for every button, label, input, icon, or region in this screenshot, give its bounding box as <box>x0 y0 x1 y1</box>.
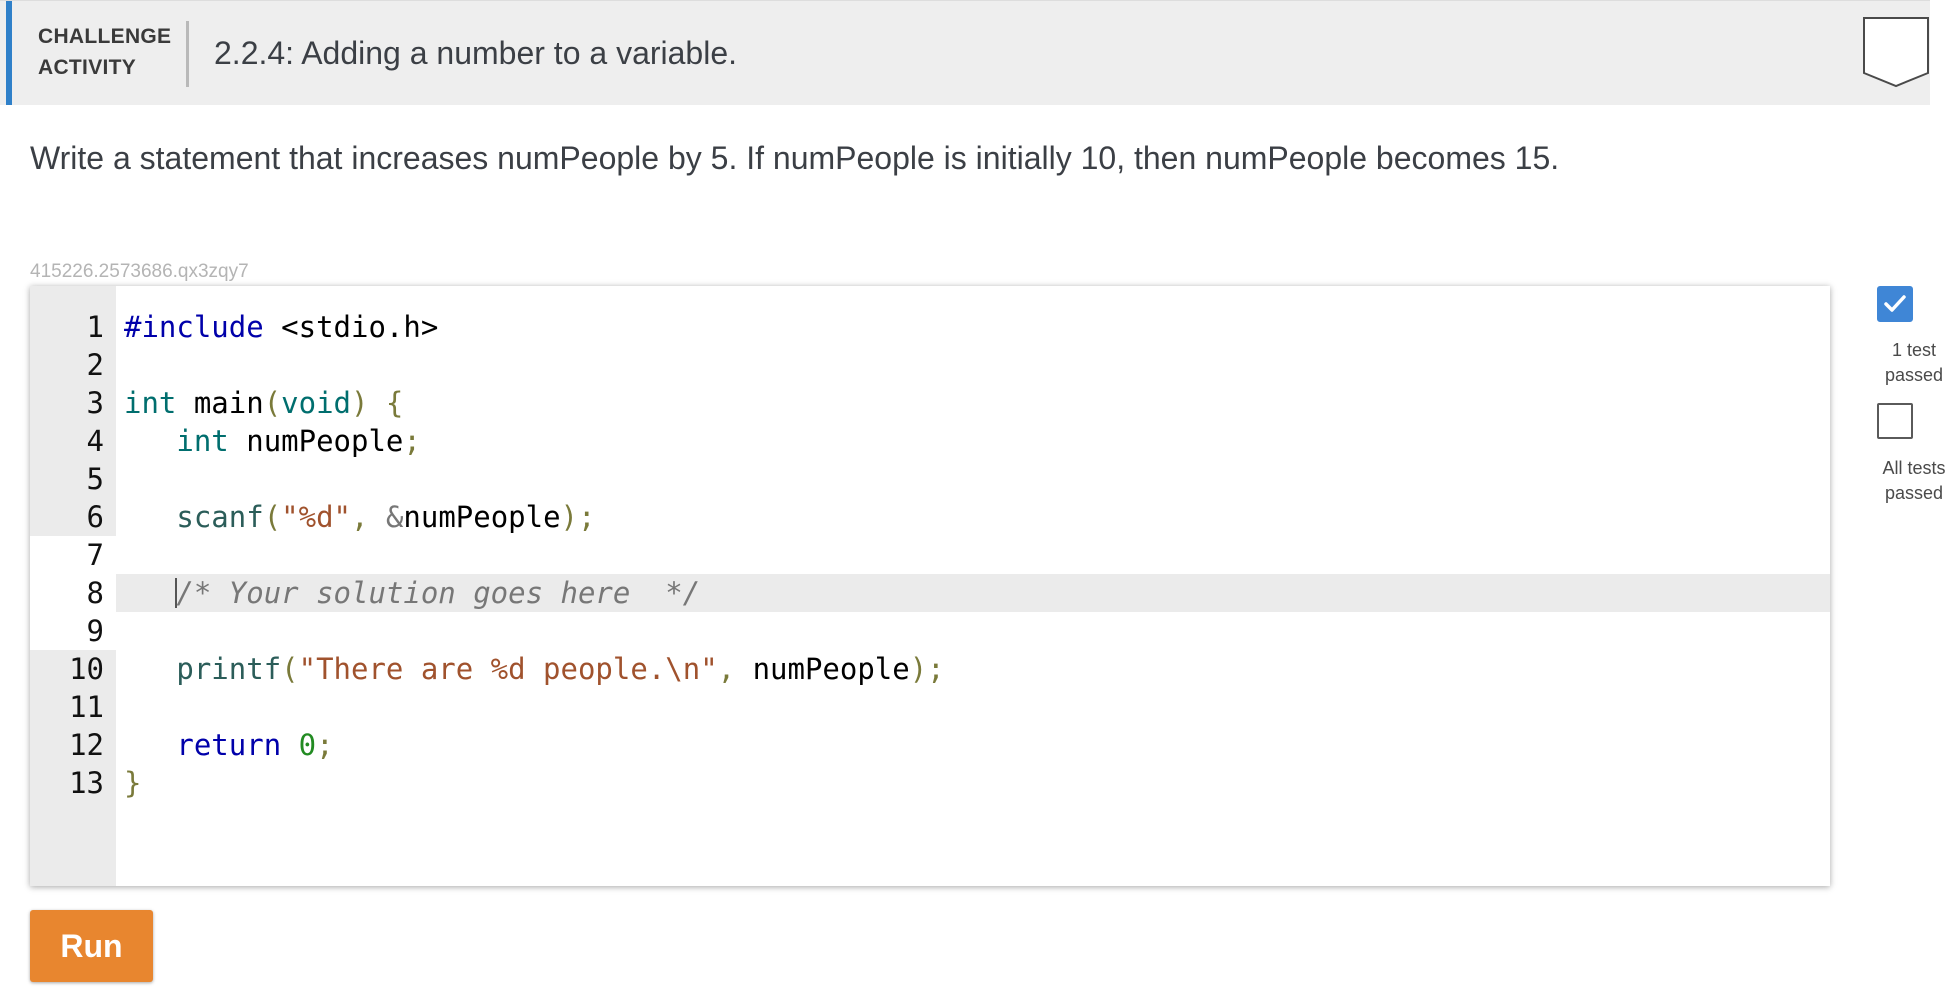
code-line-editable[interactable]: 9 <box>30 612 1830 650</box>
line-number: 9 <box>86 614 104 648</box>
line-text: int main(void) { <box>124 386 404 420</box>
all-tests-label-line1: All tests <box>1882 458 1946 478</box>
line-number: 12 <box>69 728 104 762</box>
code-line-solution[interactable]: 8 /* Your solution goes here */ <box>30 574 1830 612</box>
line-text: printf("There are %d people.\n", numPeop… <box>176 652 945 686</box>
line-text: return 0; <box>176 728 334 762</box>
code-line: 13 } <box>30 764 1830 802</box>
code-line: 5 <box>30 460 1830 498</box>
all-tests-status-label: All tests passed <box>1862 456 1946 506</box>
code-line-editable[interactable]: 7 <box>30 536 1830 574</box>
code-line: 2 <box>30 346 1830 384</box>
code-editor[interactable]: 1 #include <stdio.h> 2 3 int main(void) … <box>30 286 1830 886</box>
activity-title: 2.2.4: Adding a number to a variable. <box>214 35 738 71</box>
run-button[interactable]: Run <box>30 910 153 982</box>
code-line: 12 return 0; <box>30 726 1830 764</box>
activity-type-line1: CHALLENGE <box>38 25 172 48</box>
first-test-label-line1: 1 test <box>1891 340 1937 360</box>
line-number: 10 <box>69 652 104 686</box>
code-line: 3 int main(void) { <box>30 384 1830 422</box>
challenge-prompt: Write a statement that increases numPeop… <box>30 140 1560 176</box>
first-test-status-label: 1 test passed <box>1862 338 1946 388</box>
line-number: 4 <box>86 424 104 458</box>
line-number: 5 <box>86 462 104 496</box>
line-text: #include <stdio.h> <box>124 310 439 344</box>
line-number: 8 <box>86 576 104 610</box>
code-line: 6 scanf("%d", &numPeople); <box>30 498 1830 536</box>
line-text: int numPeople; <box>176 424 421 458</box>
line-number: 1 <box>86 310 104 344</box>
code-identifier: 415226.2573686.qx3zqy7 <box>30 261 249 282</box>
all-tests-label-line2: passed <box>1884 483 1944 503</box>
line-number: 3 <box>86 386 104 420</box>
test-passed-check-icon <box>1877 286 1913 322</box>
completion-bookmark-icon <box>1863 17 1929 88</box>
line-number: 2 <box>86 348 104 382</box>
activity-header: CHALLENGE ACTIVITY 2.2.4: Adding a numbe… <box>0 0 1930 105</box>
activity-type-line2: ACTIVITY <box>38 56 137 79</box>
text-cursor <box>175 578 177 608</box>
line-number: 6 <box>86 500 104 534</box>
line-number: 13 <box>69 766 104 800</box>
header-divider <box>186 21 189 87</box>
line-text: scanf("%d", &numPeople); <box>176 500 596 534</box>
code-line: 10 printf("There are %d people.\n", numP… <box>30 650 1830 688</box>
line-number: 11 <box>69 690 104 724</box>
header-accent-bar <box>6 1 12 105</box>
first-test-label-line2: passed <box>1884 365 1944 385</box>
code-line: 4 int numPeople; <box>30 422 1830 460</box>
code-line: 11 <box>30 688 1830 726</box>
all-tests-empty-check-icon <box>1877 403 1913 439</box>
activity-type-label: CHALLENGE ACTIVITY <box>38 21 171 83</box>
code-line: 1 #include <stdio.h> <box>30 308 1830 346</box>
line-number: 7 <box>86 538 104 572</box>
line-text: } <box>124 766 142 800</box>
line-text[interactable]: /* Your solution goes here */ <box>124 574 700 612</box>
